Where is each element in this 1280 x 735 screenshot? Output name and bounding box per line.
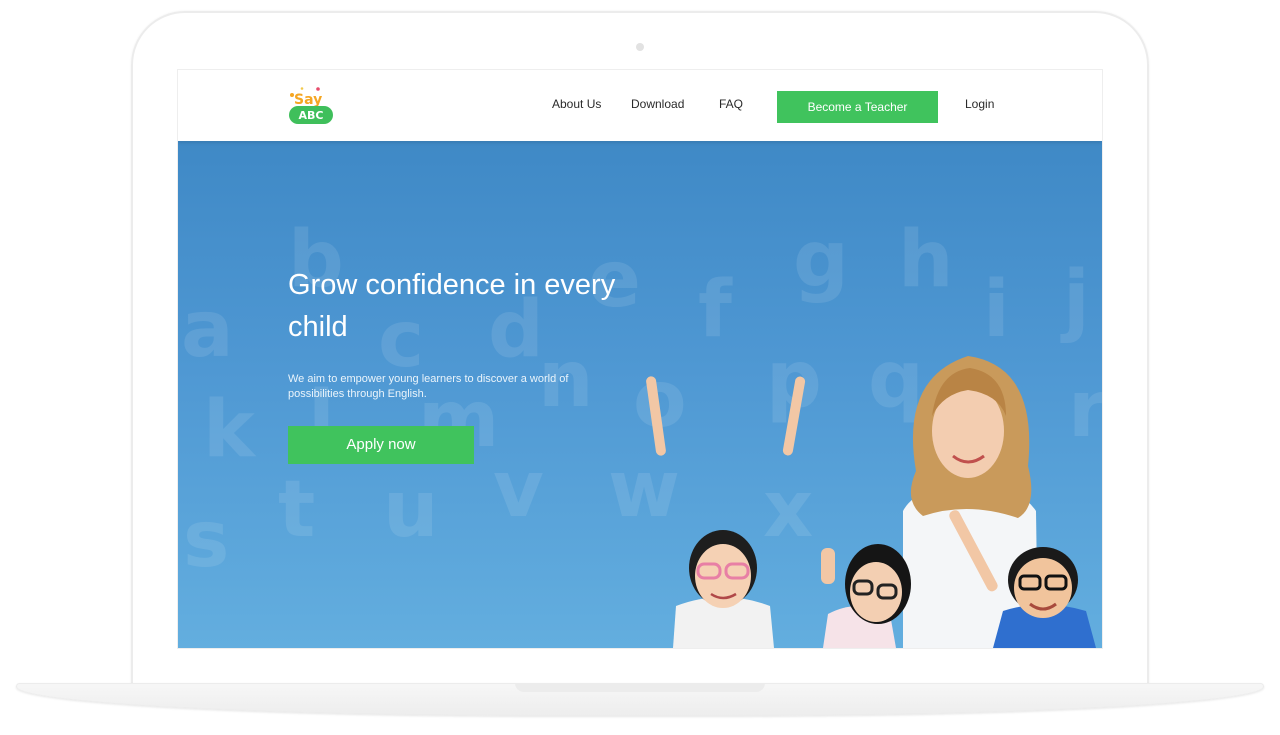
background-letter: u [383,465,439,555]
apply-now-button[interactable]: Apply now [288,426,474,464]
logo-icon[interactable]: Say ABC [288,86,334,126]
teacher-and-children-photo [646,356,1096,648]
background-letter: k [203,385,255,475]
laptop-base-notch [515,683,765,692]
nav-download[interactable]: Download [631,97,684,111]
device-mockup: Say ABC About Us Download FAQ Become a T… [0,0,1280,735]
camera-dot [636,43,644,51]
logo-text-top: Say [294,92,322,108]
nav-faq[interactable]: FAQ [719,97,743,111]
background-letter: g [793,215,849,305]
nav-login[interactable]: Login [965,97,994,111]
site-header: Say ABC About Us Download FAQ Become a T… [178,70,1102,141]
background-letter: j [1063,255,1090,345]
logo-text-bottom: ABC [299,109,324,122]
nav-about-us[interactable]: About Us [552,97,601,111]
background-letter: t [278,465,316,555]
laptop-screen: Say ABC About Us Download FAQ Become a T… [178,70,1102,648]
background-letter: h [898,215,954,305]
background-letter: a [181,285,234,375]
become-teacher-button[interactable]: Become a Teacher [777,91,938,123]
hero-section: abcdefghijklmnopqrstuvwx Grow confidence… [178,141,1102,648]
background-letter: s [183,495,230,585]
